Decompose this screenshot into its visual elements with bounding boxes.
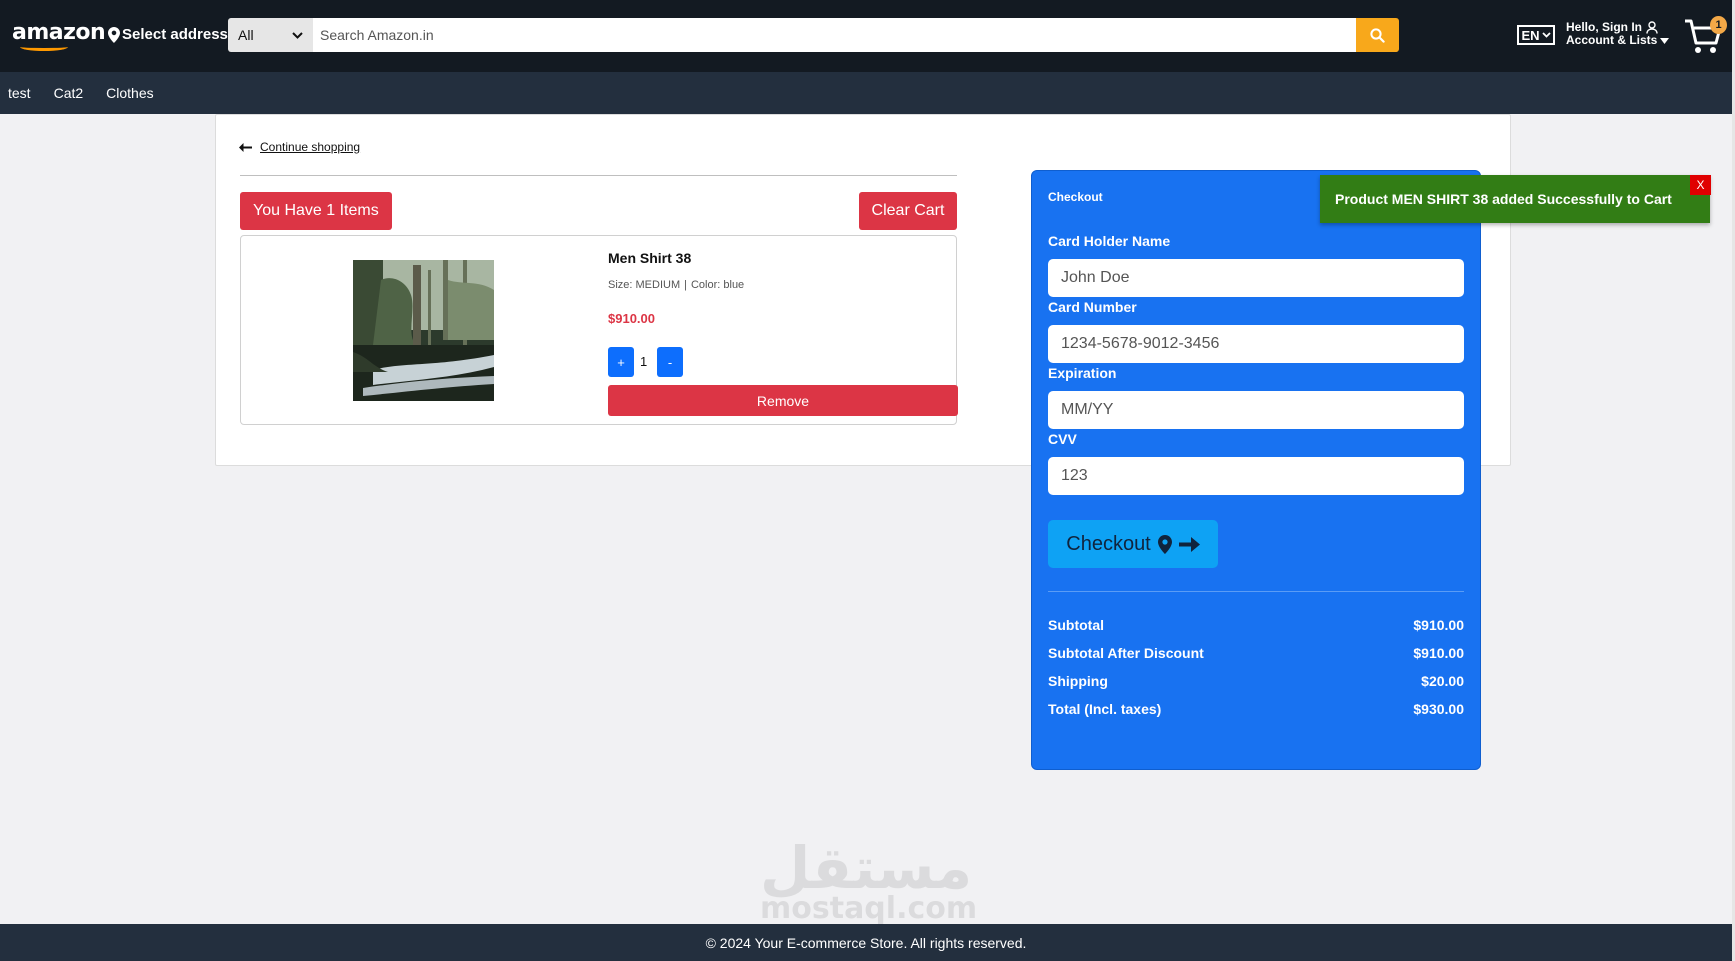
continue-shopping-label: Continue shopping bbox=[260, 140, 361, 154]
product-name[interactable]: Men Shirt 38 bbox=[608, 250, 691, 266]
account-menu[interactable]: Hello, Sign In Account & Lists bbox=[1566, 21, 1670, 47]
chevron-down-icon bbox=[1541, 32, 1551, 38]
caret-down-icon bbox=[1660, 37, 1670, 44]
location-pin-icon bbox=[1157, 534, 1172, 554]
address-label: Select address bbox=[122, 26, 228, 43]
summary-divider bbox=[1048, 591, 1464, 592]
checkout-button[interactable]: Checkout bbox=[1048, 520, 1218, 568]
summary-value: $910.00 bbox=[1413, 617, 1464, 633]
search-category-select[interactable]: All bbox=[228, 18, 313, 52]
summary-label: Total (Incl. taxes) bbox=[1048, 701, 1162, 717]
summary-row-shipping: Shipping $20.00 bbox=[1048, 673, 1464, 689]
remove-item-button[interactable]: Remove bbox=[608, 385, 958, 416]
summary-value: $930.00 bbox=[1413, 701, 1464, 717]
card-holder-input[interactable] bbox=[1048, 259, 1464, 297]
expiration-input[interactable] bbox=[1048, 391, 1464, 429]
summary-value: $20.00 bbox=[1421, 673, 1464, 689]
search-bar: All bbox=[228, 18, 1399, 52]
summary-row-subtotal-after-discount: Subtotal After Discount $910.00 bbox=[1048, 645, 1464, 661]
card-number-label: Card Number bbox=[1048, 299, 1137, 315]
footer-copyright: © 2024 Your E-commerce Store. All rights… bbox=[705, 934, 1027, 951]
amazon-logo[interactable]: amazon bbox=[12, 20, 106, 45]
forest-stream-image bbox=[353, 260, 494, 401]
search-icon bbox=[1370, 27, 1385, 43]
category-value: All bbox=[238, 27, 254, 43]
quantity-increase-button[interactable]: + bbox=[608, 347, 634, 377]
summary-row-subtotal: Subtotal $910.00 bbox=[1048, 617, 1464, 633]
nav-item-cat2[interactable]: Cat2 bbox=[54, 85, 84, 101]
meta-separator: | bbox=[684, 279, 687, 291]
success-toast: Product MEN SHIRT 38 added Successfully … bbox=[1320, 175, 1710, 223]
arrow-left-icon bbox=[239, 142, 252, 152]
watermark-latin: mostaql.com bbox=[760, 891, 978, 926]
quantity-value: 1 bbox=[640, 354, 648, 369]
product-image bbox=[353, 260, 494, 401]
product-color: Color: blue bbox=[690, 279, 745, 291]
chevron-down-icon bbox=[292, 31, 303, 39]
summary-label: Subtotal After Discount bbox=[1048, 645, 1204, 661]
nav-item-clothes[interactable]: Clothes bbox=[106, 85, 153, 101]
summary-value: $910.00 bbox=[1413, 645, 1464, 661]
search-button[interactable] bbox=[1356, 18, 1399, 52]
quantity-decrease-button[interactable]: - bbox=[657, 347, 683, 377]
toast-message: Product MEN SHIRT 38 added Successfully … bbox=[1335, 191, 1672, 207]
language-value: EN bbox=[1521, 27, 1540, 43]
location-pin-icon bbox=[108, 26, 120, 43]
cvv-label: CVV bbox=[1048, 431, 1077, 447]
product-attributes: Size: MEDIUM | Color: blue bbox=[608, 279, 744, 291]
account-lists-label: Account & Lists bbox=[1566, 33, 1658, 47]
language-select[interactable]: EN bbox=[1517, 25, 1555, 45]
summary-label: Shipping bbox=[1048, 673, 1108, 689]
watermark-arabic: مستقل bbox=[760, 834, 973, 902]
arrow-right-icon bbox=[1178, 536, 1200, 552]
expiration-label: Expiration bbox=[1048, 365, 1117, 381]
cart-count-badge: 1 bbox=[1710, 16, 1727, 34]
checkout-title: Checkout bbox=[1048, 190, 1103, 204]
product-size: Size: MEDIUM bbox=[608, 279, 681, 291]
cvv-input[interactable] bbox=[1048, 457, 1464, 495]
page-footer: © 2024 Your E-commerce Store. All rights… bbox=[0, 924, 1732, 961]
category-nav: test Cat2 Clothes bbox=[0, 72, 1732, 114]
cart-divider bbox=[240, 175, 957, 176]
continue-shopping-link[interactable]: Continue shopping bbox=[239, 140, 360, 154]
summary-label: Subtotal bbox=[1048, 617, 1104, 633]
select-address-link[interactable]: Select address bbox=[108, 26, 228, 43]
summary-row-total: Total (Incl. taxes) $930.00 bbox=[1048, 701, 1464, 717]
card-number-input[interactable] bbox=[1048, 325, 1464, 363]
card-holder-label: Card Holder Name bbox=[1048, 233, 1171, 249]
nav-item-test[interactable]: test bbox=[8, 85, 31, 101]
mostaql-watermark: مستقل mostaql.com bbox=[760, 834, 978, 938]
logo-smile-icon bbox=[20, 43, 68, 51]
checkout-button-label: Checkout bbox=[1066, 532, 1151, 555]
cart-button[interactable]: 1 bbox=[1684, 16, 1728, 56]
items-count-button[interactable]: You Have 1 Items bbox=[240, 192, 392, 230]
product-price: $910.00 bbox=[608, 311, 655, 326]
search-input[interactable] bbox=[313, 18, 1356, 52]
toast-close-button[interactable]: X bbox=[1690, 175, 1711, 195]
clear-cart-button[interactable]: Clear Cart bbox=[859, 192, 957, 230]
